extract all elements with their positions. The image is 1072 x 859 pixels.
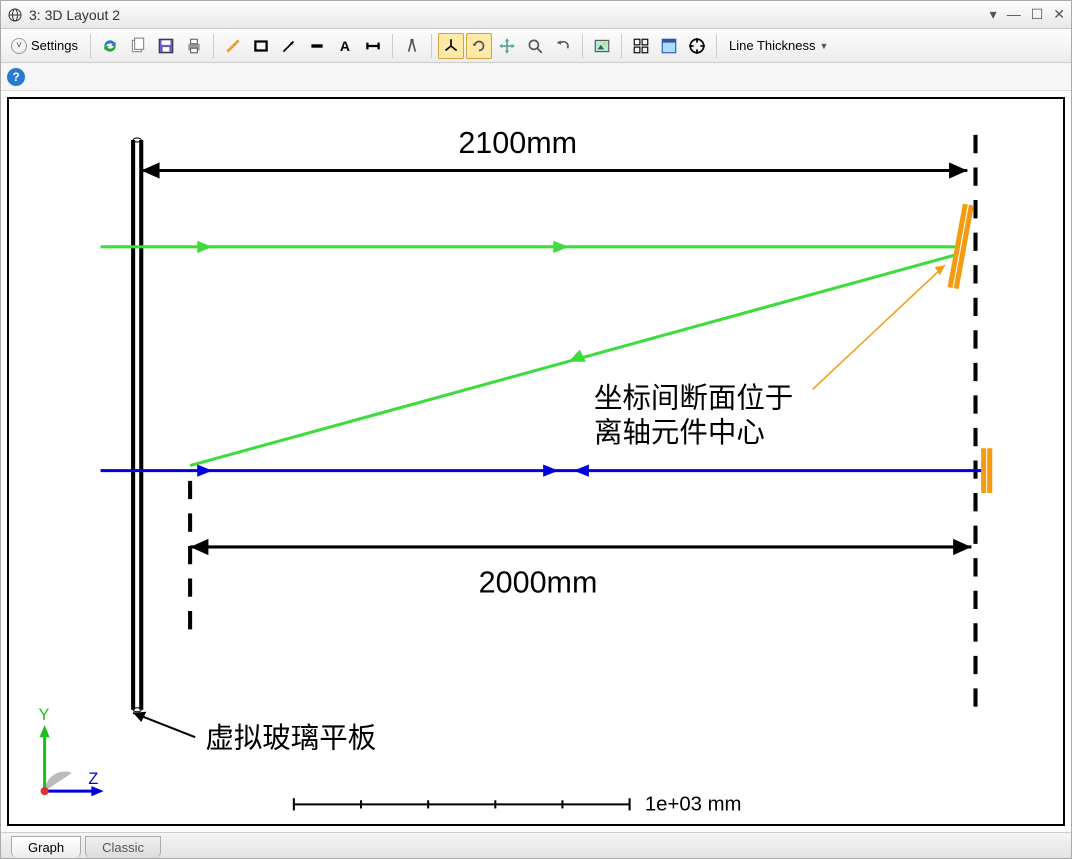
settings-label: Settings (31, 38, 78, 53)
dim-top-text: 2100mm (458, 126, 577, 160)
app-icon (7, 7, 23, 23)
virtual-glass-plate (133, 138, 141, 712)
separator (621, 34, 622, 58)
minimize-button[interactable]: — (1007, 6, 1021, 23)
separator (90, 34, 91, 58)
window-tool[interactable] (656, 33, 682, 59)
axis-tool[interactable] (438, 33, 464, 59)
axis-y-label: Y (39, 706, 50, 724)
target-tool[interactable] (684, 33, 710, 59)
canvas-area: 2100mm (1, 91, 1071, 832)
glass-plate-text: 虚拟玻璃平板 (205, 722, 376, 754)
move-tool[interactable] (494, 33, 520, 59)
annotation-line2: 离轴元件中心 (594, 417, 765, 449)
close-button[interactable]: ✕ (1053, 6, 1065, 23)
line-thickness-label: Line Thickness (729, 38, 815, 53)
separator (431, 34, 432, 58)
tab-graph[interactable]: Graph (11, 836, 81, 858)
chevron-down-icon: ˅ (11, 38, 27, 54)
tab-classic[interactable]: Classic (85, 836, 161, 858)
separator (213, 34, 214, 58)
compass-tool[interactable] (399, 33, 425, 59)
separator (392, 34, 393, 58)
settings-button[interactable]: ˅ Settings (5, 38, 84, 54)
canvas[interactable]: 2100mm (7, 97, 1065, 826)
axis-triad: Y Z (39, 706, 104, 796)
separator (582, 34, 583, 58)
rectangle-tool[interactable] (248, 33, 274, 59)
save-button[interactable] (153, 33, 179, 59)
zoom-tool[interactable] (522, 33, 548, 59)
dimension-tool[interactable] (360, 33, 386, 59)
window-controls: ▾ — ☐ ✕ (990, 6, 1065, 23)
layout-svg: 2100mm (9, 99, 1063, 824)
app-window: 3: 3D Layout 2 ▾ — ☐ ✕ ˅ Settings A (0, 0, 1072, 859)
titlebar: 3: 3D Layout 2 ▾ — ☐ ✕ (1, 1, 1071, 29)
annotation-coord-break: 坐标间断面位于 离轴元件中心 (594, 265, 945, 449)
refresh-button[interactable] (97, 33, 123, 59)
dimension-bottom: 2000mm (190, 539, 971, 600)
green-ray-top (101, 241, 956, 253)
toolbar: ˅ Settings A Line Thickness ▼ (1, 29, 1071, 63)
grid-tool[interactable] (628, 33, 654, 59)
dropdown-icon: ▼ (819, 41, 828, 51)
scale-text: 1e+03 mm (645, 793, 742, 815)
dim-bottom-text: 2000mm (479, 566, 598, 600)
axis-z-label: Z (88, 770, 98, 788)
scale-bar: 1e+03 mm (294, 793, 742, 815)
text-tool[interactable]: A (332, 33, 358, 59)
blue-ray (101, 465, 984, 477)
tab-bar: Graph Classic (1, 832, 1071, 858)
print-button[interactable] (181, 33, 207, 59)
arrow-tool[interactable] (276, 33, 302, 59)
line-tool[interactable] (220, 33, 246, 59)
separator (716, 34, 717, 58)
image-tool[interactable] (589, 33, 615, 59)
green-ray-diag (190, 255, 955, 466)
detector-element (984, 448, 990, 493)
dropdown-button[interactable]: ▾ (990, 6, 997, 23)
window-title: 3: 3D Layout 2 (29, 7, 990, 23)
annotation-line1: 坐标间断面位于 (594, 383, 793, 415)
dimension-top: 2100mm (141, 126, 967, 178)
help-row: ? (1, 63, 1071, 91)
line-thickness-dropdown[interactable]: Line Thickness ▼ (723, 38, 834, 53)
undo-tool[interactable] (550, 33, 576, 59)
glass-plate-label: 虚拟玻璃平板 (133, 712, 376, 755)
help-button[interactable]: ? (7, 68, 25, 86)
rotate-tool[interactable] (466, 33, 492, 59)
copy-button[interactable] (125, 33, 151, 59)
dash-tool[interactable] (304, 33, 330, 59)
maximize-button[interactable]: ☐ (1031, 6, 1044, 23)
